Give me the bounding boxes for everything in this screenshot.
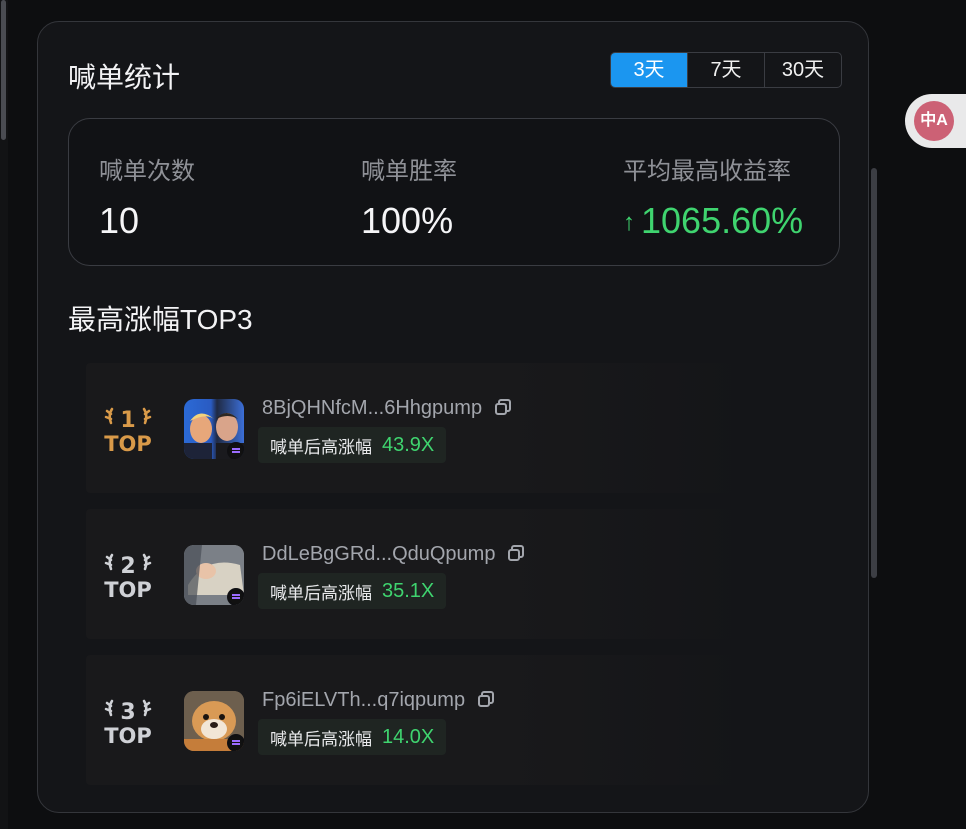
winrate-label: 喊单胜率 [361,158,457,185]
stats-card: 喊单次数 10 喊单胜率 100% 平均最高收益率 ↑ 1065.60% [68,118,840,266]
copy-icon[interactable] [507,544,525,562]
call-stats-panel: 喊单统计 3天 7天 30天 喊单次数 10 喊单胜率 100% 平均最高收益率… [37,21,869,813]
top3-row[interactable]: 2 TOP DdLeBgGRd...QduQpump 喊单后高涨幅 35.1X [86,509,748,639]
avg-return-value-wrap: ↑ 1065.60% [623,200,803,242]
rank-number: 2 [120,554,135,579]
translate-icon: 中A [914,101,954,141]
token-address-wrap: DdLeBgGRd...QduQpump [262,543,525,566]
laurel-badge-icon: 2 TOP [104,553,152,601]
stat-calls: 喊单次数 10 [99,151,195,242]
copy-icon[interactable] [494,398,512,416]
token-address-wrap: 8BjQHNfcM...6Hhgpump [262,397,512,420]
calls-value: 10 [99,200,140,241]
top3-row[interactable]: 3 TOP Fp6iELVTh...q7iqpump 喊单后高涨幅 14.0X [86,655,748,785]
gain-label: 喊单后高涨幅 [270,729,372,749]
scroll-thumb[interactable] [1,0,6,140]
gain-value: 35.1X [382,579,435,602]
avg-return-label: 平均最高收益率 [623,158,791,185]
solana-chain-icon [227,442,244,459]
period-3d-tab[interactable]: 3天 [611,53,687,87]
avg-return-value: 1065.60% [641,200,804,241]
token-avatar[interactable] [184,691,244,751]
gain-chip: 喊单后高涨幅 14.0X [258,719,447,755]
gain-label: 喊单后高涨幅 [270,437,372,457]
gain-value: 43.9X [382,433,435,456]
token-avatar[interactable] [184,545,244,605]
copy-icon[interactable] [477,690,495,708]
stat-avg-return: 平均最高收益率 ↑ 1065.60% [623,151,803,242]
laurel-badge-icon: 1 TOP [104,407,152,455]
gain-chip: 喊单后高涨幅 35.1X [258,573,447,609]
gain-chip: 喊单后高涨幅 43.9X [258,427,447,463]
stat-winrate: 喊单胜率 100% [361,151,457,242]
translate-button[interactable]: 中A [905,94,966,148]
laurel-badge-icon: 3 TOP [104,699,152,747]
page-scrollbar-left[interactable] [0,0,8,829]
panel-title: 喊单统计 [68,62,181,93]
top3-row[interactable]: 1 TOP 8BjQHNfcM...6Hhgpump 喊单后高涨幅 43.9X [86,363,748,493]
panel-scrollbar[interactable] [871,168,877,578]
winrate-value: 100% [361,200,454,241]
calls-label: 喊单次数 [99,158,195,185]
token-address: Fp6iELVTh...q7iqpump [262,689,466,711]
gain-label: 喊单后高涨幅 [270,583,372,603]
badge-top-text: TOP [104,724,152,747]
gain-value: 14.0X [382,725,435,748]
token-address-wrap: Fp6iELVTh...q7iqpump [262,689,495,712]
solana-chain-icon [227,734,244,751]
badge-top-text: TOP [104,578,152,601]
arrow-up-icon: ↑ [623,209,635,236]
token-address: 8BjQHNfcM...6Hhgpump [262,397,483,419]
period-7d-tab[interactable]: 7天 [687,53,764,87]
period-selector: 3天 7天 30天 [610,52,842,88]
rank-number: 3 [120,700,135,725]
rank-number: 1 [120,408,135,433]
token-address: DdLeBgGRd...QduQpump [262,543,496,565]
period-30d-tab[interactable]: 30天 [764,53,841,87]
token-avatar[interactable] [184,399,244,459]
top3-title: 最高涨幅TOP3 [68,304,253,335]
solana-chain-icon [227,588,244,605]
badge-top-text: TOP [104,432,152,455]
